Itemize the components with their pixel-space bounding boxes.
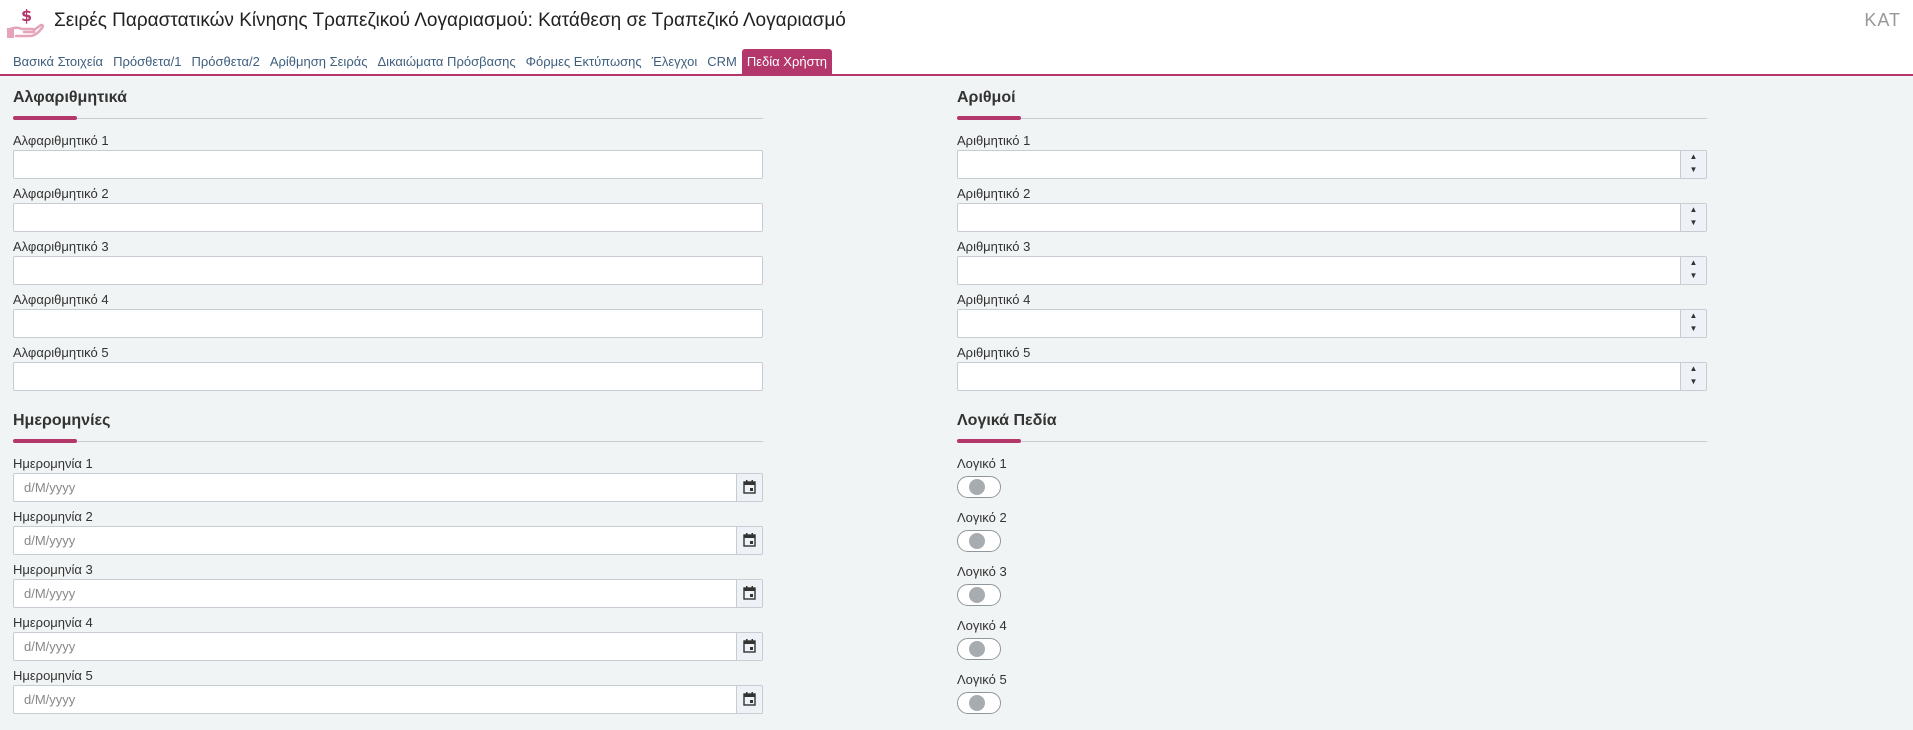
date-label-5: Ημερομηνία 5	[13, 668, 93, 683]
page-header: $ Σειρές Παραστατικών Κίνησης Τραπεζικού…	[0, 0, 1913, 46]
spinner-up-icon[interactable]: ▲	[1681, 310, 1706, 323]
calendar-icon[interactable]	[736, 474, 762, 501]
alpha-input-5[interactable]	[13, 362, 763, 391]
number-label-1: Αριθμητικό 1	[957, 133, 1031, 148]
section-title-alphanumeric: Αλφαριθμητικά	[13, 89, 127, 106]
number-label-5: Αριθμητικό 5	[957, 345, 1031, 360]
tab-basic[interactable]: Βασικά Στοιχεία	[8, 49, 108, 74]
spinner-down-icon[interactable]: ▼	[1681, 217, 1706, 230]
number-spinner[interactable]: ▲ ▼	[1680, 310, 1706, 337]
bool-label-3: Λογικό 3	[957, 564, 1007, 579]
toggle-knob	[969, 587, 985, 603]
number-input-2[interactable]: ▲ ▼	[957, 203, 1707, 232]
section-rule	[13, 441, 763, 442]
date-label-3: Ημερομηνία 3	[13, 562, 93, 577]
date-label-2: Ημερομηνία 2	[13, 509, 93, 524]
calendar-icon[interactable]	[736, 686, 762, 713]
alpha-label-4: Αλφαριθμητικό 4	[13, 292, 109, 307]
alpha-input-2[interactable]	[13, 203, 763, 232]
calendar-icon[interactable]	[736, 580, 762, 607]
bool-label-1: Λογικό 1	[957, 456, 1007, 471]
date-placeholder: d/M/yyyy	[24, 692, 76, 707]
number-label-4: Αριθμητικό 4	[957, 292, 1031, 307]
bool-label-5: Λογικό 5	[957, 672, 1007, 687]
section-title-booleans: Λογικά Πεδία	[957, 412, 1057, 429]
number-input-5[interactable]: ▲ ▼	[957, 362, 1707, 391]
number-label-3: Αριθμητικό 3	[957, 239, 1031, 254]
bool-toggle-5[interactable]	[957, 692, 1001, 714]
date-input-4[interactable]: d/M/yyyy	[13, 632, 763, 661]
toggle-knob	[969, 641, 985, 657]
bool-label-4: Λογικό 4	[957, 618, 1007, 633]
bool-toggle-3[interactable]	[957, 584, 1001, 606]
alpha-label-3: Αλφαριθμητικό 3	[13, 239, 109, 254]
date-input-2[interactable]: d/M/yyyy	[13, 526, 763, 555]
spinner-up-icon[interactable]: ▲	[1681, 257, 1706, 270]
date-placeholder: d/M/yyyy	[24, 533, 76, 548]
alpha-label-2: Αλφαριθμητικό 2	[13, 186, 109, 201]
number-input-3[interactable]: ▲ ▼	[957, 256, 1707, 285]
bool-toggle-1[interactable]	[957, 476, 1001, 498]
alpha-input-1[interactable]	[13, 150, 763, 179]
toggle-knob	[969, 533, 985, 549]
section-rule	[957, 118, 1707, 119]
series-code: ΚΑΤ	[1864, 10, 1901, 30]
money-hand-icon: $	[6, 6, 45, 38]
alpha-input-4[interactable]	[13, 309, 763, 338]
spinner-up-icon[interactable]: ▲	[1681, 204, 1706, 217]
alpha-label-1: Αλφαριθμητικό 1	[13, 133, 109, 148]
date-label-1: Ημερομηνία 1	[13, 456, 93, 471]
section-rule	[13, 118, 763, 119]
section-rule	[957, 441, 1707, 442]
page-title: Σειρές Παραστατικών Κίνησης Τραπεζικού Λ…	[54, 10, 846, 31]
section-accent	[13, 439, 77, 443]
user-fields-panel: Αλφαριθμητικά Αλφαριθμητικό 1 Αλφαριθμητ…	[0, 76, 1913, 730]
number-input-4[interactable]: ▲ ▼	[957, 309, 1707, 338]
alpha-input-3[interactable]	[13, 256, 763, 285]
calendar-icon[interactable]	[736, 527, 762, 554]
number-spinner[interactable]: ▲ ▼	[1680, 363, 1706, 390]
bool-toggle-2[interactable]	[957, 530, 1001, 552]
calendar-icon[interactable]	[736, 633, 762, 660]
date-placeholder: d/M/yyyy	[24, 639, 76, 654]
toggle-knob	[969, 695, 985, 711]
spinner-down-icon[interactable]: ▼	[1681, 270, 1706, 283]
tab-additional-2[interactable]: Πρόσθετα/2	[186, 49, 264, 74]
date-input-1[interactable]: d/M/yyyy	[13, 473, 763, 502]
toggle-knob	[969, 479, 985, 495]
tab-crm[interactable]: CRM	[702, 49, 742, 74]
spinner-down-icon[interactable]: ▼	[1681, 376, 1706, 389]
tab-user-fields[interactable]: Πεδία Χρήστη	[741, 49, 832, 74]
alpha-label-5: Αλφαριθμητικό 5	[13, 345, 109, 360]
date-placeholder: d/M/yyyy	[24, 586, 76, 601]
number-spinner[interactable]: ▲ ▼	[1680, 204, 1706, 231]
section-accent	[13, 116, 77, 120]
date-label-4: Ημερομηνία 4	[13, 615, 93, 630]
section-title-numbers: Αριθμοί	[957, 89, 1016, 106]
bool-label-2: Λογικό 2	[957, 510, 1007, 525]
section-accent	[957, 439, 1021, 443]
section-title-dates: Ημερομηνίες	[13, 412, 111, 429]
date-input-3[interactable]: d/M/yyyy	[13, 579, 763, 608]
tab-access-rights[interactable]: Δικαιώματα Πρόσβασης	[373, 49, 521, 74]
number-label-2: Αριθμητικό 2	[957, 186, 1031, 201]
tab-series-numbering[interactable]: Αρίθμηση Σειράς	[265, 49, 373, 74]
number-spinner[interactable]: ▲ ▼	[1680, 151, 1706, 178]
tab-checks[interactable]: Έλεγχοι	[647, 49, 703, 74]
tab-print-forms[interactable]: Φόρμες Εκτύπωσης	[521, 49, 647, 74]
svg-text:$: $	[21, 6, 32, 25]
date-input-5[interactable]: d/M/yyyy	[13, 685, 763, 714]
tab-additional-1[interactable]: Πρόσθετα/1	[108, 49, 186, 74]
spinner-down-icon[interactable]: ▼	[1681, 323, 1706, 336]
date-placeholder: d/M/yyyy	[24, 480, 76, 495]
tab-bar: Βασικά Στοιχεία Πρόσθετα/1 Πρόσθετα/2 Αρίθμ…	[8, 49, 832, 74]
spinner-down-icon[interactable]: ▼	[1681, 164, 1706, 177]
spinner-up-icon[interactable]: ▲	[1681, 151, 1706, 164]
number-input-1[interactable]: ▲ ▼	[957, 150, 1707, 179]
spinner-up-icon[interactable]: ▲	[1681, 363, 1706, 376]
number-spinner[interactable]: ▲ ▼	[1680, 257, 1706, 284]
section-accent	[957, 116, 1021, 120]
bool-toggle-4[interactable]	[957, 638, 1001, 660]
